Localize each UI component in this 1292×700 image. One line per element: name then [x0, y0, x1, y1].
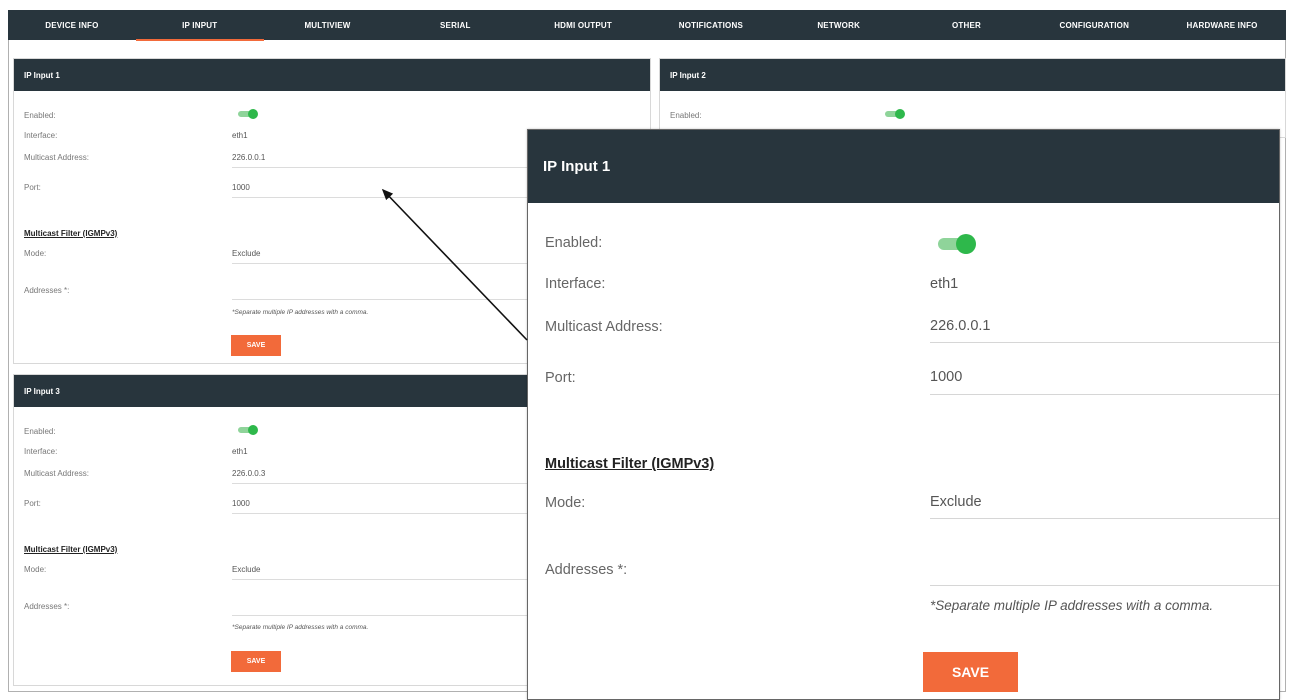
callout-arrow	[381, 188, 528, 341]
